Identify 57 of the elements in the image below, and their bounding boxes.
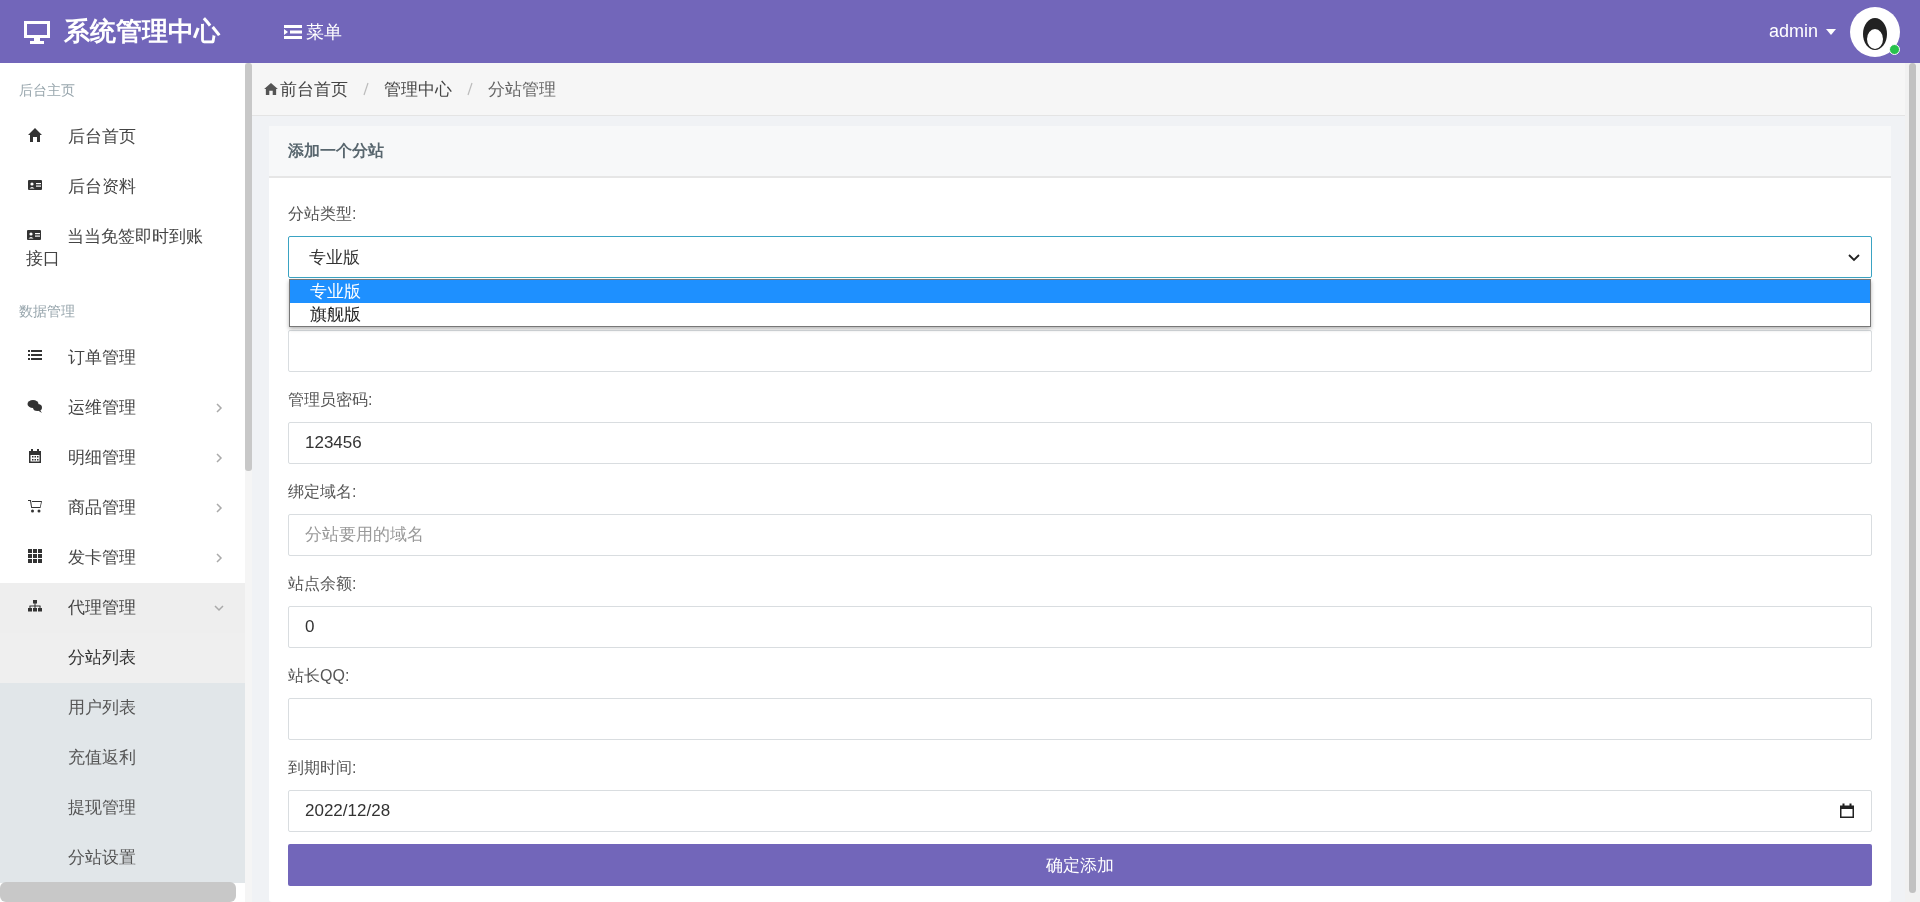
input-field[interactable]: 123456	[288, 422, 1872, 464]
field-label: 到期时间:	[288, 758, 357, 778]
home-icon	[27, 127, 43, 143]
field-label: 站长QQ:	[288, 666, 350, 686]
field-label: 管理员密码:	[288, 390, 373, 410]
caret-icon	[1826, 28, 1836, 35]
sidebar-item[interactable]: 后台首页	[0, 112, 245, 162]
id-card-icon	[27, 177, 43, 193]
dropdown-option[interactable]: 旗舰版	[290, 303, 1870, 326]
calendar-icon	[1839, 803, 1855, 819]
sidebar-section-title: 数据管理	[18, 302, 76, 321]
scrollbar[interactable]	[245, 63, 252, 471]
date-field[interactable]: 2022/12/28	[288, 790, 1872, 832]
sidebar-subitem[interactable]: 分站设置	[0, 833, 245, 883]
breadcrumb-separator-icon	[467, 82, 473, 96]
sidebar-subitem[interactable]: 充值返利	[0, 733, 245, 783]
sidebar-section-title: 后台主页	[18, 81, 76, 100]
sitemap-icon	[27, 598, 43, 614]
field-label: 绑定域名:	[288, 482, 357, 502]
input-field[interactable]	[288, 698, 1872, 740]
monitor-icon	[24, 19, 50, 44]
input-field[interactable]: 0	[288, 606, 1872, 648]
sidebar-item[interactable]: 当当免签即时到账接口	[0, 212, 245, 284]
select-field[interactable]: 专业版	[288, 236, 1872, 278]
app-title: 系统管理中心	[64, 15, 220, 48]
sidebar-item[interactable]: 订单管理	[0, 333, 245, 383]
input-field[interactable]: 分站要用的域名	[288, 514, 1872, 556]
scrollbar[interactable]	[1909, 63, 1916, 893]
breadcrumb-link[interactable]: 管理中心	[384, 77, 452, 101]
submit-button[interactable]: 确定添加	[288, 844, 1872, 886]
sidebar-item[interactable]: 后台资料	[0, 162, 245, 212]
sidebar-subitem[interactable]: 提现管理	[0, 783, 245, 833]
user-menu[interactable]: admin	[1768, 21, 1836, 42]
indent-list-icon	[284, 24, 302, 39]
sidebar-subitem[interactable]: 分站列表	[0, 633, 245, 683]
sidebar-item[interactable]: 发卡管理	[0, 533, 245, 583]
calendar-icon	[27, 448, 43, 464]
field-label: 站点余额:	[288, 574, 357, 594]
sidebar-item[interactable]: 运维管理	[0, 383, 245, 433]
breadcrumb-link[interactable]: 前台首页	[264, 77, 348, 101]
breadcrumb-separator-icon	[363, 82, 369, 96]
breadcrumb-current: 分站管理	[488, 78, 556, 101]
sidebar-item[interactable]: 商品管理	[0, 483, 245, 533]
card-title: 添加一个分站	[288, 140, 384, 161]
grid-icon	[27, 548, 43, 564]
scrollbar[interactable]	[0, 882, 236, 902]
sidebar-item[interactable]: 代理管理	[0, 583, 245, 633]
id-card-icon	[26, 227, 42, 243]
home-icon	[264, 83, 278, 95]
field-label: 分站类型:	[288, 204, 357, 224]
chat-bubbles-icon	[27, 398, 43, 414]
sidebar-item[interactable]: 明细管理	[0, 433, 245, 483]
menu-button[interactable]: 菜单	[284, 19, 342, 44]
cart-icon	[27, 498, 43, 514]
sidebar-subitem[interactable]: 用户列表	[0, 683, 245, 733]
avatar[interactable]	[1850, 6, 1900, 57]
input-field[interactable]	[288, 330, 1872, 372]
